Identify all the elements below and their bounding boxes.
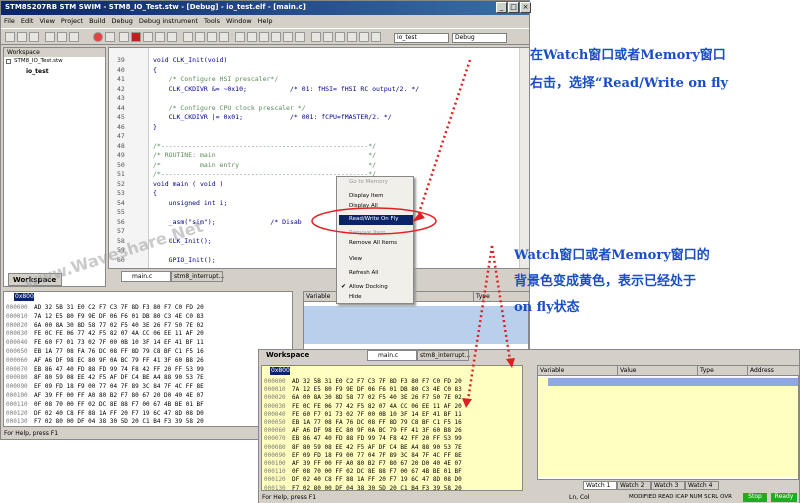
arrow-3-head xyxy=(506,358,515,368)
arrow-2-head xyxy=(462,398,472,408)
arrows xyxy=(412,59,515,408)
arrow-1 xyxy=(416,59,472,217)
arrow-2 xyxy=(466,245,494,401)
arrow-3 xyxy=(490,245,512,361)
